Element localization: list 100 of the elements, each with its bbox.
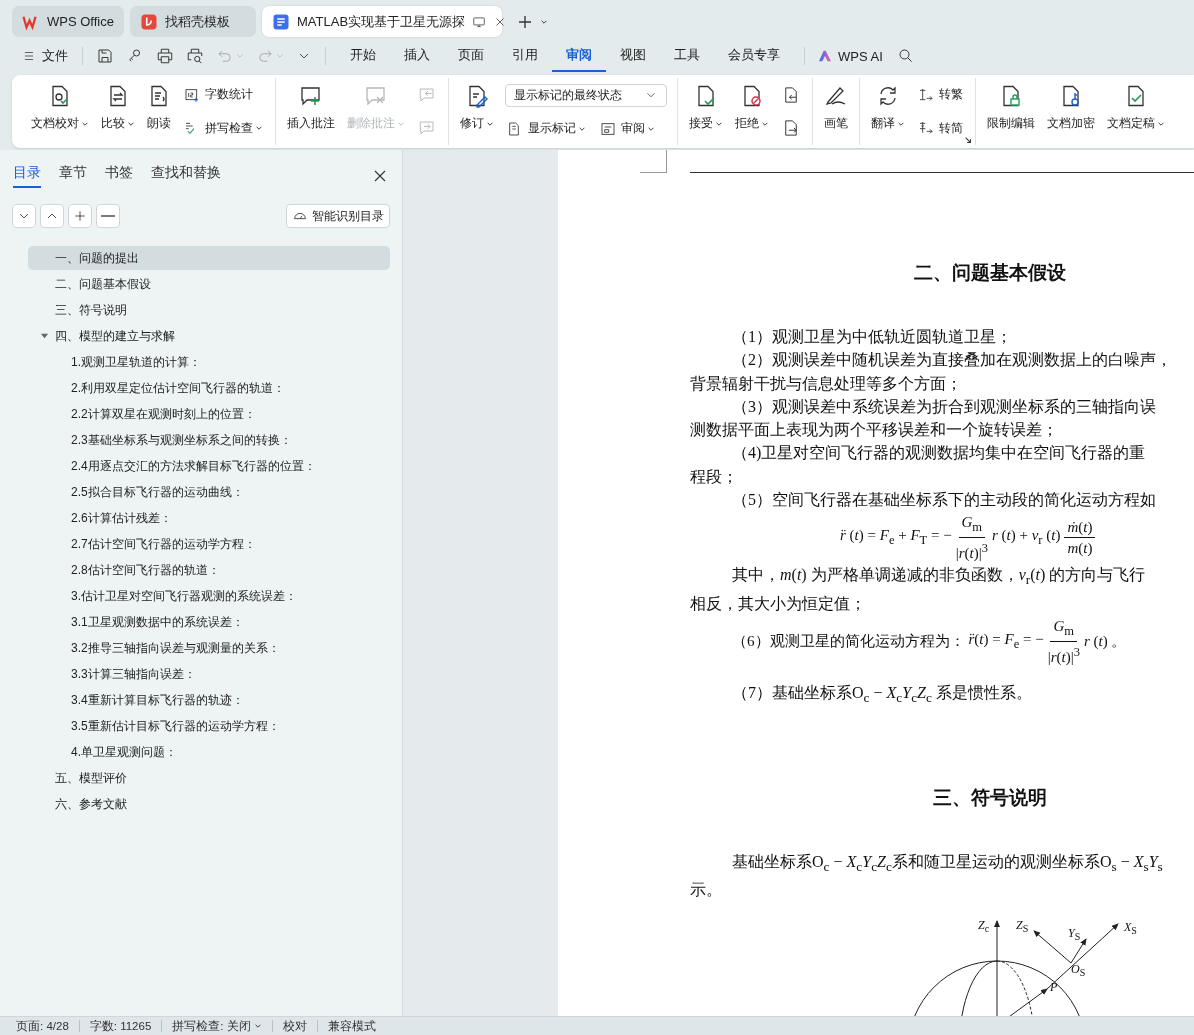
outline-item[interactable]: 2.8估计空间飞行器的轨道： [28,558,390,582]
outline-item[interactable]: 3.估计卫星对空间飞行器观测的系统误差： [28,584,390,608]
status-dropdown[interactable]: 拼写检查: 关闭 [172,1018,262,1034]
ribbon-tab[interactable]: 审阅 [552,40,606,72]
ribbon-button[interactable]: 审阅 [598,118,657,140]
formula-text: （6）观测卫星的简化运动方程为： [732,631,965,651]
ribbon-button[interactable]: 文档校对 [26,78,94,145]
outline-item[interactable]: 2.4用逐点交汇的方法求解目标飞行器的位置： [28,454,390,478]
outline-item[interactable]: 3.1卫星观测数据中的系统误差： [28,610,390,634]
outline-item[interactable]: 2.3基础坐标系与观测坐标系之间的转换： [28,428,390,452]
browser-tab[interactable]: MATLAB实现基于卫星无源探 [262,6,502,37]
ribbon-button[interactable]: 文档定稿 [1102,78,1170,145]
comment-left-arrow-icon [418,85,436,104]
fraction-numerator: ṁ(t) [1064,516,1096,538]
browser-tab[interactable]: 找稻壳模板 [130,6,256,37]
outline-item[interactable]: 1.观测卫星轨道的计算： [28,350,390,374]
outline-item[interactable]: 3.3计算三轴指向误差： [28,662,390,686]
text-line: （3）观测误差中系统误差为折合到观测坐标系的三轴指向误 [732,396,1156,417]
search-icon [896,47,915,65]
text-line: 示。 [690,880,722,901]
monitor-icon [472,14,487,29]
markup-dropdown[interactable]: 显示标记的最终状态 [505,83,667,107]
file-menu-button[interactable]: 文件 [18,43,72,69]
text-line: 相反，其大小为恒定值； [690,593,866,614]
outline-item[interactable]: 2.2计算双星在观测时刻上的位置： [28,402,390,426]
fraction-denominator: m(t) [1067,538,1093,558]
caret-icon [236,52,244,60]
caret-icon[interactable] [40,332,49,341]
pane-tab[interactable]: 章节 [59,164,87,188]
smart-toc-button[interactable]: 智能识别目录 [286,204,390,228]
pane-tab[interactable]: 书签 [105,164,133,188]
ribbon-tab[interactable]: 会员专享 [714,40,794,72]
ribbon-button[interactable]: 转简 [916,117,965,139]
redo-icon [256,47,274,65]
outline-item[interactable]: 2.6计算估计残差： [28,506,390,530]
ribbon-button[interactable]: 文档加密 [1042,78,1100,145]
formula-text: r (t) 。 [1083,631,1127,651]
axis-label: Y$_{S}$ [1068,927,1081,944]
ribbon-button[interactable]: 插入批注 [282,78,340,145]
comment-plus-icon [299,84,323,108]
outline-item[interactable]: 四、模型的建立与求解 [28,324,390,348]
section-heading: 三、符号说明 [932,785,1048,810]
page-right-arrow-icon [782,119,800,138]
ribbon-tab[interactable]: 插入 [390,40,444,72]
ribbon-button[interactable]: 显示标记 [505,118,588,140]
outline-item[interactable]: 五、模型评价 [28,766,390,790]
fraction-denominator: |r(t)|$^{3}$ [1047,643,1080,667]
print-icon [156,47,174,65]
outline-item[interactable]: 3.2推导三轴指向误差与观测量的关系： [28,636,390,660]
ribbon-button[interactable]: 限制编辑 [982,78,1040,145]
ribbon-button[interactable]: 比较 [96,78,140,145]
menu-icon [22,49,36,63]
status-text: 页面: 4/28 [16,1018,69,1034]
caret-icon [253,1022,262,1030]
ribbon-button[interactable]: 转繁 [916,84,965,106]
undo-icon [216,47,234,65]
axis-label: P [1050,981,1058,994]
status-text: 兼容模式 [327,1018,376,1034]
status-text: 字数: 11265 [89,1018,152,1034]
outline-item[interactable]: 4.单卫星观测问题： [28,740,390,764]
fraction-numerator: G$_{m}$ [1050,615,1078,642]
convert-arrow-icon [918,86,934,103]
outline-item[interactable]: 2.利用双星定位估计空间飞行器的轨道： [28,376,390,400]
outline-item[interactable]: 3.5重新估计目标飞行器的运动学方程： [28,714,390,738]
text-line: 测数据平面上表现为两个平移误差和一个旋转误差； [690,420,1058,441]
document-icon [272,12,290,31]
add-button[interactable] [68,204,92,228]
ribbon-button[interactable]: 字数统计 [182,84,255,106]
section-heading: 二、问题基本假设 [913,261,1067,285]
save-icon [96,47,114,65]
outline-item[interactable]: 一、问题的提出 [28,246,390,270]
remove-button[interactable] [96,204,120,228]
convert-arrow-icon [918,120,934,137]
ribbon-button[interactable]: 拼写检查 [182,117,265,139]
text-line: （1）观测卫星为中低轨近圆轨道卫星； [732,327,1012,347]
ribbon-button[interactable]: 接受 [684,78,728,145]
ribbon-tab[interactable]: 页面 [444,40,498,72]
ribbon-tab[interactable]: 视图 [606,40,660,72]
pane-tab[interactable]: 查找和替换 [151,164,221,188]
dialog-launcher-icon[interactable] [964,136,972,144]
ai-logo-icon [817,48,833,64]
outline-item[interactable]: 2.5拟合目标飞行器的运动曲线： [28,480,390,504]
ribbon-button[interactable]: 翻译 [866,78,910,145]
ribbon-button[interactable]: 修订 [455,78,499,145]
outline-item[interactable]: 六、参考文献 [28,792,390,816]
outline-item[interactable]: 三、符号说明 [28,298,390,322]
ribbon-button[interactable]: 朗读 [142,78,176,145]
browser-tab[interactable]: WPS Office [12,6,124,37]
axis-label: O$_{S}$ [1071,963,1086,980]
ribbon-tab[interactable]: 工具 [660,40,714,72]
pane-tab[interactable]: 目录 [13,164,41,188]
ribbon-tab[interactable]: 引用 [498,40,552,72]
ribbon-tab[interactable]: 开始 [336,40,390,72]
outline-item[interactable]: 二、问题基本假设 [28,272,390,296]
outline-item[interactable]: 2.7估计空间飞行器的运动学方程： [28,532,390,556]
outline-item[interactable]: 3.4重新计算目标飞行器的轨迹： [28,688,390,712]
ribbon-button[interactable]: 拒绝 [730,78,774,145]
formula-text: r̈(t) = F$_{e}$ = − [968,630,1044,652]
ribbon-button[interactable]: 画笔 [819,78,853,145]
ai-button[interactable]: WPS AI [817,43,883,69]
